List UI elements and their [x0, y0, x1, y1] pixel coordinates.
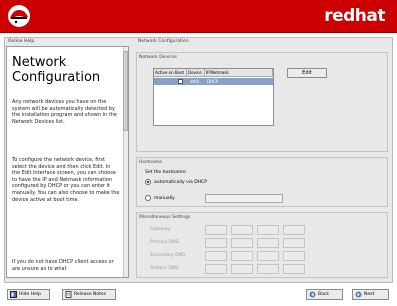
primary-dns-octet-3[interactable] [257, 238, 279, 248]
top-banner: redhat [0, 0, 397, 33]
hide-help-button[interactable]: Hide Help [7, 289, 50, 300]
primary-dns-label: Primary DNS: [150, 240, 181, 245]
release-notes-button[interactable]: Release Notes [62, 289, 116, 300]
network-devices-table[interactable]: Active on Boot Device IP/Netmask eth0 DH… [153, 68, 274, 126]
gateway-label: Gateway: [150, 227, 172, 232]
manual-hostname-label[interactable]: manually [154, 196, 175, 201]
primary-dns-octet-2[interactable] [231, 238, 253, 248]
tertiary-dns-octet-1[interactable] [205, 264, 227, 274]
auto-dhcp-label[interactable]: automatically via DHCP [154, 180, 207, 185]
back-button[interactable]: Back [306, 289, 343, 300]
edit-button-label: Edit [302, 70, 312, 76]
tertiary-dns-octet-2[interactable] [231, 264, 253, 274]
help-title-line2: Configuration [12, 70, 101, 85]
hostname-input[interactable] [205, 194, 283, 203]
next-button[interactable]: Next [352, 289, 389, 300]
column-header-ip[interactable]: IP/Netmask [205, 69, 273, 77]
auto-dhcp-radio[interactable] [145, 179, 151, 185]
column-header-active[interactable]: Active on Boot [154, 69, 187, 77]
help-title-line1: Network [12, 55, 67, 70]
help-paragraph-1: Any network devices you have on the syst… [12, 99, 117, 125]
help-paragraph-2: To configure the network device, first s… [12, 157, 120, 203]
secondary-dns-octet-3[interactable] [257, 251, 279, 261]
column-header-device[interactable]: Device [187, 69, 205, 77]
notes-document-icon [65, 291, 72, 298]
device-cell: eth0 [190, 79, 200, 84]
help-scrollbar[interactable] [123, 47, 128, 277]
gateway-octet-2[interactable] [231, 225, 253, 235]
help-book-icon [10, 291, 17, 298]
edit-button[interactable]: Edit [287, 68, 327, 78]
online-help-panel: Network Configuration Any network device… [6, 46, 129, 278]
manual-hostname-radio[interactable] [145, 195, 151, 201]
section-title: Network Configuration [138, 39, 189, 44]
next-label: Next [364, 292, 375, 297]
next-arrow-icon [355, 291, 362, 298]
help-paragraph-3: If you do not have DHCP client access or… [12, 259, 114, 272]
table-row[interactable]: eth0 DHCP [154, 78, 273, 85]
tertiary-dns-label: Tertiary DNS: [150, 266, 180, 271]
help-panel-label: Online Help [8, 39, 35, 44]
secondary-dns-octet-2[interactable] [231, 251, 253, 261]
help-scrollbar-thumb[interactable] [123, 51, 128, 131]
gateway-octet-3[interactable] [257, 225, 279, 235]
secondary-dns-octet-1[interactable] [205, 251, 227, 261]
brand-wordmark: redhat [324, 6, 385, 26]
back-label: Back [318, 292, 329, 297]
help-title: Network Configuration [12, 55, 122, 85]
gateway-octet-4[interactable] [283, 225, 305, 235]
misc-settings-label: Miscellaneous Settings [139, 215, 191, 220]
primary-dns-octet-4[interactable] [283, 238, 305, 248]
tertiary-dns-octet-3[interactable] [257, 264, 279, 274]
release-notes-label: Release Notes [74, 292, 107, 297]
hide-help-label: Hide Help [19, 292, 41, 297]
secondary-dns-label: Secondary DNS: [150, 253, 187, 258]
gateway-octet-1[interactable] [205, 225, 227, 235]
network-devices-label: Network Devices [139, 55, 177, 60]
hostname-section-label: Hostname [139, 160, 163, 165]
tertiary-dns-octet-4[interactable] [283, 264, 305, 274]
primary-dns-octet-1[interactable] [205, 238, 227, 248]
hostname-prompt: Set the hostname: [145, 170, 187, 175]
ip-cell: DHCP [207, 79, 219, 84]
active-on-boot-checkbox[interactable] [178, 79, 183, 84]
back-arrow-icon [309, 291, 316, 298]
secondary-dns-octet-4[interactable] [283, 251, 305, 261]
redhat-shadowman-logo-icon [8, 5, 30, 27]
